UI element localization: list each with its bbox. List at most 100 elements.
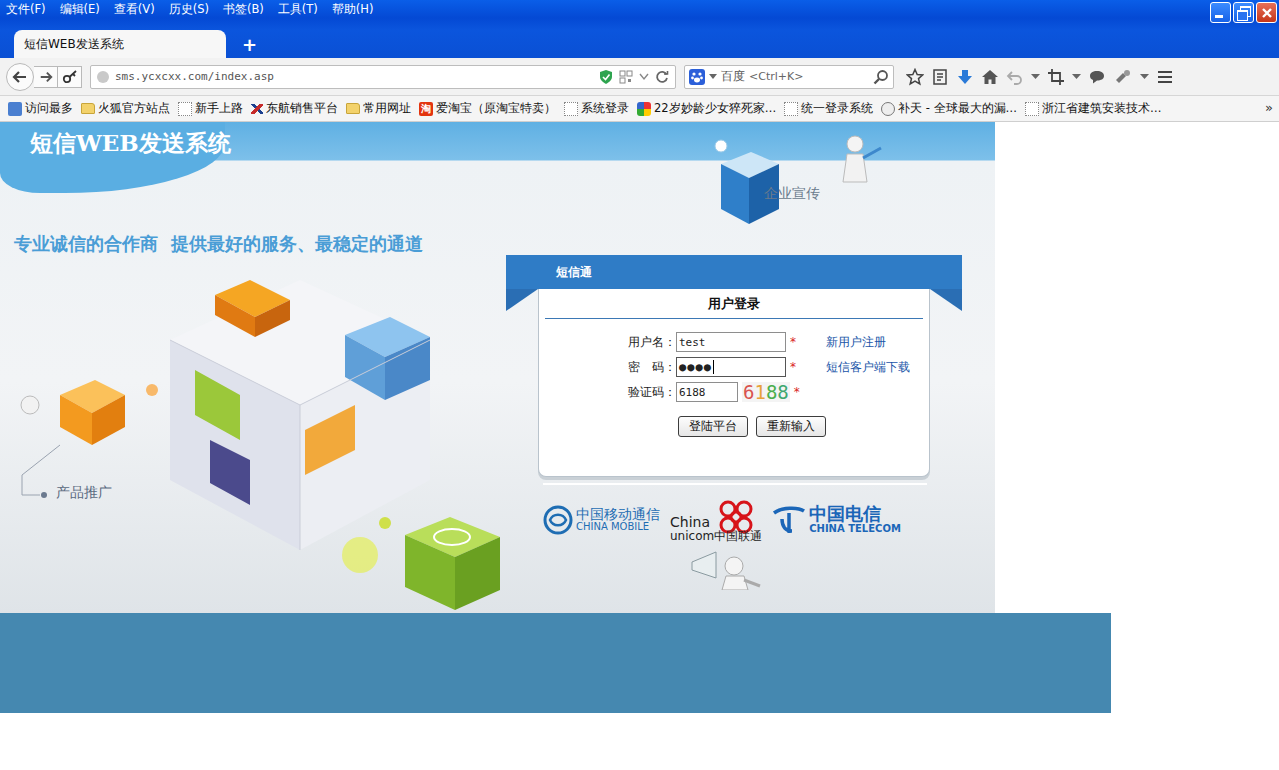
form-row: 验证码：61886188*	[545, 382, 923, 402]
folder-icon	[346, 103, 360, 114]
home-icon[interactable]	[981, 68, 999, 86]
wing-decoration	[506, 289, 538, 311]
menu-item[interactable]: 文件(F)	[6, 1, 46, 17]
bookmark[interactable]: 浙江省建筑安装技术…	[1021, 101, 1166, 116]
address-bar[interactable]: sms.ycxcxx.com/index.asp	[90, 65, 676, 89]
download-icon[interactable]	[956, 68, 974, 86]
caret-icon[interactable]	[1140, 74, 1149, 80]
form-button[interactable]: 重新输入	[756, 416, 826, 437]
dropdown-icon[interactable]	[709, 74, 717, 80]
menu-item[interactable]: 查看(V)	[114, 1, 155, 17]
bookmark[interactable]: 系统登录	[560, 101, 633, 116]
close-icon[interactable]	[1256, 2, 1277, 23]
carrier-logo: Chinaunicom中国联通	[670, 497, 762, 542]
reload-icon[interactable]	[655, 70, 669, 84]
form-link[interactable]: 短信客户端下载	[826, 359, 910, 376]
carrier-logos: 中国移动通信CHINA MOBILEChinaunicom中国联通中国电信CHI…	[543, 483, 927, 542]
page-icon	[564, 102, 578, 116]
url-tools	[599, 69, 669, 85]
field-cell: test*	[676, 332, 812, 352]
promo-area: 企业宣传	[506, 122, 995, 255]
carrier-logo: 中国移动通信CHINA MOBILE	[543, 505, 660, 535]
password-input[interactable]: ●●●●	[676, 357, 786, 377]
shield-icon[interactable]	[599, 69, 613, 85]
bookmark[interactable]: 统一登录系统	[780, 101, 877, 116]
nav-bar: sms.ycxcxx.com/index.asp 百度<Ctrl+K>	[0, 58, 1279, 96]
mascot-figure	[686, 542, 995, 593]
text-input[interactable]: test	[676, 332, 786, 352]
bookmark[interactable]: 东航销售平台	[247, 101, 342, 116]
form-row: 密 码：●●●●*短信客户端下载	[545, 357, 923, 377]
login-header: 短信通	[506, 255, 962, 289]
new-tab-button[interactable]: +	[236, 32, 263, 58]
minimize-icon[interactable]	[1210, 2, 1231, 23]
key-icon[interactable]	[58, 66, 82, 88]
viewport: 短信WEB发送系统专业诚信的合作商 提供最好的服务、最稳定的通道产品推广企业宣传…	[0, 122, 1279, 770]
menu-item[interactable]: 书签(B)	[223, 1, 264, 17]
forward-icon[interactable]	[34, 66, 58, 88]
dropdown-icon[interactable]	[639, 73, 649, 81]
field-label: 用户名：	[545, 334, 676, 351]
promo-link[interactable]: 企业宣传	[764, 185, 820, 203]
tool-icon[interactable]	[1113, 68, 1133, 86]
list-icon[interactable]	[931, 68, 949, 86]
carrier-name: 中国移动通信CHINA MOBILE	[576, 507, 660, 532]
cube-illustration: 产品推广	[0, 255, 506, 613]
promo-cube-icon	[691, 134, 891, 229]
baidu-paw-icon[interactable]	[689, 69, 705, 85]
magnifier-icon[interactable]	[873, 69, 889, 85]
chat-icon[interactable]	[1088, 68, 1106, 86]
qr-icon[interactable]	[619, 70, 633, 84]
bookmark[interactable]: 访问最多	[4, 101, 77, 116]
required-mark: *	[790, 360, 796, 374]
caret-icon[interactable]	[1072, 74, 1081, 80]
crop-icon[interactable]	[1047, 68, 1065, 86]
undo-icon[interactable]	[1006, 68, 1024, 86]
captcha-input[interactable]: 6188	[676, 382, 738, 402]
menu-bar: 文件(F) 编辑(E) 查看(V) 历史(S) 书签(B) 工具(T) 帮助(H)	[0, 0, 373, 17]
china-mobile-icon	[543, 505, 573, 535]
unicom-wrap: Chinaunicom中国联通	[670, 497, 762, 542]
globe-icon	[97, 71, 109, 83]
menu-item[interactable]: 编辑(E)	[60, 1, 100, 17]
bookmarks-overflow[interactable]: »	[1265, 100, 1273, 115]
product-promo-link[interactable]: 产品推广	[56, 484, 112, 502]
login-box: 短信通用户登录用户名：test*新用户注册密 码：●●●●*短信客户端下载验证码…	[506, 255, 962, 477]
bookmark[interactable]: 新手上路	[174, 101, 247, 116]
back-forward	[6, 63, 82, 91]
restore-icon[interactable]	[1233, 2, 1254, 23]
tab-strip: 短信WEB发送系统 +	[0, 30, 1279, 58]
login-panel: 用户登录用户名：test*新用户注册密 码：●●●●*短信客户端下载验证码：61…	[538, 289, 930, 477]
footer-band	[0, 613, 1111, 713]
page-icon	[1025, 102, 1039, 116]
field-cell: 61886188*	[676, 382, 812, 402]
menu-item[interactable]: 帮助(H)	[332, 1, 374, 17]
bookmark[interactable]: 淘爱淘宝（原淘宝特卖）	[415, 101, 560, 116]
field-label: 验证码：	[545, 384, 676, 401]
bookmark[interactable]: 火狐官方站点	[77, 101, 174, 116]
slogan: 专业诚信的合作商 提供最好的服务、最稳定的通道	[0, 233, 506, 255]
bookmark[interactable]: 常用网址	[342, 101, 415, 116]
tab[interactable]: 短信WEB发送系统	[14, 30, 226, 58]
caret-icon[interactable]	[1031, 74, 1040, 80]
window-controls	[1210, 0, 1279, 23]
login-title: 用户登录	[545, 289, 923, 319]
page-icon	[784, 102, 798, 116]
toolbar-icons	[906, 68, 1174, 86]
form-button[interactable]: 登陆平台	[678, 416, 748, 437]
bookmarks-bar: 访问最多火狐官方站点新手上路东航销售平台常用网址淘爱淘宝（原淘宝特卖）系统登录2…	[0, 96, 1279, 122]
bookmark[interactable]: 22岁妙龄少女猝死家…	[633, 101, 780, 116]
airline-icon	[251, 104, 263, 114]
menu-item[interactable]: 工具(T)	[278, 1, 318, 17]
china-telecom-icon	[772, 505, 806, 535]
web-page: 短信WEB发送系统专业诚信的合作商 提供最好的服务、最稳定的通道产品推广企业宣传…	[0, 122, 995, 613]
star-icon[interactable]	[906, 68, 924, 86]
menu-item[interactable]: 历史(S)	[169, 1, 209, 17]
form-link[interactable]: 新用户注册	[826, 334, 886, 351]
bookmark[interactable]: 补天 - 全球最大的漏…	[877, 101, 1021, 116]
search-placeholder: <Ctrl+K>	[749, 70, 869, 83]
menu-icon[interactable]	[1156, 68, 1174, 86]
search-bar[interactable]: 百度<Ctrl+K>	[684, 65, 894, 89]
back-icon[interactable]	[6, 63, 34, 91]
captcha-image[interactable]: 6188	[742, 382, 790, 402]
